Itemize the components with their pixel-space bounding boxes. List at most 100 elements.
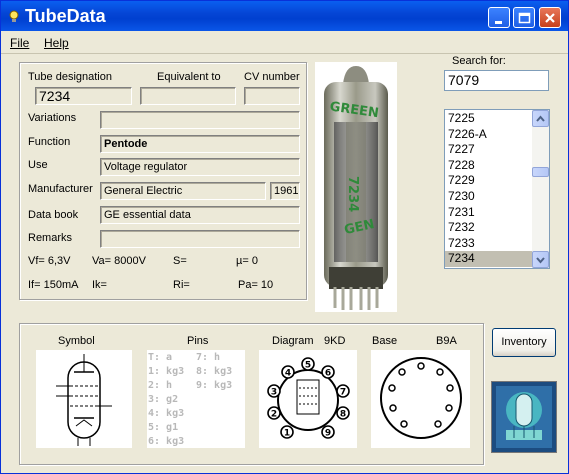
tube-symbol	[36, 350, 132, 448]
svg-text:8: 8	[340, 410, 346, 420]
if-value: If= 150mA	[28, 279, 79, 291]
variations-label: Variations	[28, 112, 77, 124]
menu-bar: File Help	[1, 32, 568, 54]
app-logo	[491, 381, 557, 453]
function-label: Function	[28, 136, 71, 148]
base-diagram	[371, 350, 470, 448]
maximize-icon	[518, 12, 531, 24]
list-item[interactable]: 7232	[445, 220, 533, 236]
close-icon	[545, 13, 555, 23]
pins-col-left: T: a 1: kg3 2: h 3: g2 4: kg3 5: g1 6: k…	[148, 351, 184, 449]
base-diagram-icon	[380, 357, 462, 439]
databook-label: Data book	[28, 209, 79, 221]
chevron-up-icon	[536, 115, 545, 122]
svg-text:6: 6	[325, 369, 331, 379]
designation-label: Tube designation	[28, 71, 112, 83]
menu-file[interactable]: File	[10, 36, 29, 50]
cv-label: CV number	[244, 71, 300, 83]
pin-8: 8: kg3	[196, 366, 233, 377]
list-item-selected[interactable]: 7234	[445, 251, 533, 267]
va-value: Va= 8000V	[92, 255, 146, 267]
svg-text:5: 5	[305, 361, 311, 371]
pin-t: T: a	[148, 352, 173, 363]
tube-list-items: 7225 7226-A 7227 7228 7229 7230 7231 723…	[445, 111, 533, 267]
chevron-down-icon	[536, 257, 545, 264]
tube-logo-icon	[496, 386, 552, 448]
year-field[interactable]: 1961	[270, 182, 300, 200]
manufacturer-field[interactable]: General Electric	[100, 182, 266, 200]
scroll-thumb[interactable]	[532, 167, 549, 177]
pin-5: 5: g1	[148, 422, 179, 433]
list-item[interactable]: 7229	[445, 173, 533, 189]
svg-text:2: 2	[271, 410, 277, 420]
pin-4: 4: kg3	[148, 408, 185, 419]
use-label: Use	[28, 159, 48, 171]
base-code: B9A	[436, 335, 457, 347]
connection-diagram-icon: 12 3 4 5 6 7 89	[267, 357, 350, 439]
ri-value: Ri=	[173, 279, 190, 291]
pentode-symbol-icon	[56, 354, 112, 446]
lightbulb-icon	[9, 10, 19, 22]
variations-field[interactable]	[100, 111, 300, 129]
search-input[interactable]: 7079	[444, 70, 549, 91]
list-item[interactable]: 7226-A	[445, 127, 533, 143]
remarks-field[interactable]	[100, 230, 300, 248]
pins-col-right: 7: h 8: kg3 9: kg3	[196, 351, 232, 393]
svg-text:9: 9	[325, 429, 331, 439]
pins-label: Pins	[187, 335, 209, 347]
vf-value: Vf= 6,3V	[28, 255, 71, 267]
maximize-button[interactable]	[513, 7, 535, 28]
scroll-up-button[interactable]	[532, 110, 549, 127]
inventory-button[interactable]: Inventory	[492, 328, 556, 357]
base-label: Base	[372, 335, 398, 347]
menu-help[interactable]: Help	[44, 36, 69, 50]
manufacturer-label: Manufacturer	[28, 183, 93, 195]
use-field[interactable]: Voltage regulator	[100, 158, 300, 176]
svg-text:1: 1	[284, 429, 290, 439]
svg-text:7: 7	[340, 388, 346, 398]
pins-panel: T: a 1: kg3 2: h 3: g2 4: kg3 5: g1 6: k…	[147, 350, 245, 448]
search-label: Search for:	[452, 55, 506, 67]
pin-1: 1: kg3	[148, 366, 185, 377]
equivalent-field[interactable]	[140, 87, 236, 105]
menu-file-label: File	[10, 36, 30, 50]
s-value: S=	[173, 255, 187, 267]
pin-7: 7: h	[196, 352, 221, 363]
databook-field[interactable]: GE essential data	[100, 206, 300, 224]
app-window: TubeData File Help Tube designation Equi…	[0, 0, 569, 474]
cv-field[interactable]	[244, 87, 300, 105]
svg-text:7234: 7234	[345, 176, 360, 212]
minimize-button[interactable]	[488, 7, 510, 28]
svg-text:3: 3	[271, 388, 277, 398]
connection-diagram: 12 3 4 5 6 7 89	[259, 350, 357, 448]
svg-text:4: 4	[285, 369, 291, 379]
menu-help-label: Help	[44, 36, 69, 50]
diagram-label: Diagram	[272, 335, 314, 347]
tube-photo: GREEN 7234 GEN	[315, 62, 397, 312]
scroll-down-button[interactable]	[532, 251, 549, 268]
list-item[interactable]: 7230	[445, 189, 533, 205]
list-scrollbar[interactable]	[532, 110, 549, 268]
pin-6: 6: kg3	[148, 436, 185, 447]
mu-value: µ= 0	[236, 255, 258, 267]
list-item[interactable]: 7231	[445, 205, 533, 221]
diagram-code: 9KD	[324, 335, 346, 347]
title-bar[interactable]: TubeData	[1, 1, 568, 31]
equivalent-label: Equivalent to	[157, 71, 221, 83]
close-button[interactable]	[539, 7, 561, 28]
function-field[interactable]: Pentode	[100, 135, 300, 153]
pa-value: Pa= 10	[238, 279, 274, 291]
designation-field[interactable]: 7234	[35, 87, 132, 105]
pin-9: 9: kg3	[196, 380, 233, 391]
minimize-icon	[495, 21, 502, 24]
list-item[interactable]: 7228	[445, 158, 533, 174]
window-title: TubeData	[25, 6, 106, 26]
pin-3: 3: g2	[148, 394, 179, 405]
tube-list[interactable]: 7225 7226-A 7227 7228 7229 7230 7231 723…	[444, 109, 550, 269]
list-item[interactable]: 7225	[445, 111, 533, 127]
symbol-label: Symbol	[58, 335, 95, 347]
remarks-label: Remarks	[28, 232, 73, 244]
list-item[interactable]: 7227	[445, 142, 533, 158]
ik-value: Ik=	[92, 279, 107, 291]
list-item[interactable]: 7233	[445, 236, 533, 252]
